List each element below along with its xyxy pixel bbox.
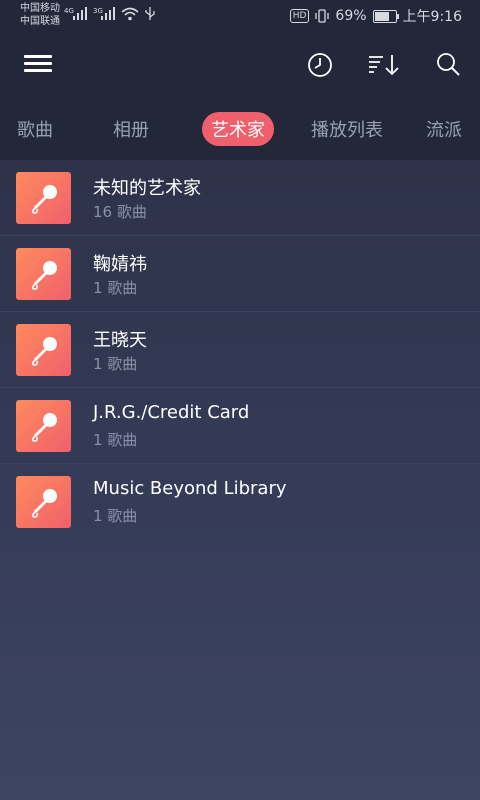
artist-name: Music Beyond Library: [93, 478, 287, 499]
list-item[interactable]: Music Beyond Library 1 歌曲: [0, 464, 480, 539]
song-count: 1 歌曲: [93, 507, 138, 525]
tab-artists[interactable]: 艺术家: [202, 112, 274, 146]
song-count: 1 歌曲: [93, 431, 138, 449]
usb-icon: [145, 7, 155, 20]
artist-name: 王晓天: [93, 330, 147, 351]
sort-icon[interactable]: [368, 52, 402, 78]
song-count: 1 歌曲: [93, 279, 138, 297]
carrier-info: 中国移动 中国联通: [20, 2, 60, 28]
carrier-1: 中国移动: [20, 3, 60, 14]
list-item[interactable]: 未知的艺术家 16 歌曲: [0, 160, 480, 236]
artist-name: J.R.G./Credit Card: [93, 402, 250, 423]
hd-badge: HD: [289, 9, 310, 23]
artist-avatar: [16, 324, 71, 376]
microphone-icon: [31, 261, 57, 290]
app-header: 歌曲 相册 艺术家 播放列表 流派: [0, 30, 480, 160]
menu-icon-bar: [24, 55, 52, 58]
signal-icon-1: [73, 7, 87, 20]
clock-time: 上午9:16: [402, 9, 462, 25]
tab-albums[interactable]: 相册: [113, 116, 149, 142]
artist-name: 鞠婧祎: [93, 254, 147, 275]
menu-icon-bar: [24, 62, 52, 65]
microphone-icon: [31, 489, 57, 518]
tab-genres[interactable]: 流派: [426, 116, 462, 142]
artist-list: 未知的艺术家 16 歌曲 鞠婧祎 1 歌曲 王晓天 1 歌曲 J.R.G./Cr…: [0, 160, 480, 539]
artist-avatar: [16, 248, 71, 300]
microphone-icon: [31, 337, 57, 366]
microphone-icon: [31, 413, 57, 442]
carrier-2: 中国联通: [20, 16, 60, 27]
wifi-icon: [121, 7, 139, 21]
signal-icon-2: [101, 7, 115, 20]
list-item[interactable]: 王晓天 1 歌曲: [0, 312, 480, 388]
song-count: 1 歌曲: [93, 355, 138, 373]
battery-fill: [374, 11, 389, 21]
tab-playlists[interactable]: 播放列表: [311, 116, 383, 142]
menu-button[interactable]: [24, 52, 52, 76]
category-tabs: 歌曲 相册 艺术家 播放列表 流派: [0, 108, 480, 152]
artist-name: 未知的艺术家: [93, 178, 201, 199]
artist-avatar: [16, 172, 71, 224]
artist-avatar: [16, 400, 71, 452]
artist-avatar: [16, 476, 71, 528]
status-right: HD 69% 上午9:16: [289, 6, 462, 26]
status-bar: 中国移动 中国联通 4G 3G HD 69% 上午9:16: [0, 0, 480, 30]
list-item[interactable]: J.R.G./Credit Card 1 歌曲: [0, 388, 480, 464]
menu-icon-bar: [24, 69, 52, 72]
list-item[interactable]: 鞠婧祎 1 歌曲: [0, 236, 480, 312]
song-count: 16 歌曲: [93, 203, 147, 221]
search-icon[interactable]: [436, 52, 462, 78]
battery-icon: [372, 9, 399, 23]
vibrate-icon: [315, 9, 330, 23]
battery-percent: 69%: [335, 8, 367, 24]
tab-songs[interactable]: 歌曲: [17, 116, 53, 142]
clock-icon[interactable]: [307, 52, 333, 78]
microphone-icon: [31, 185, 57, 214]
